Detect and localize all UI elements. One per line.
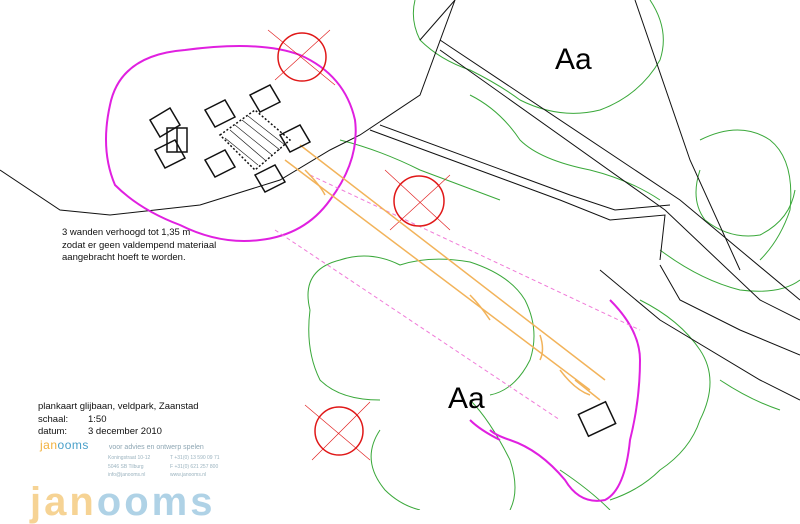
- post-block: [253, 164, 287, 193]
- date-value: 3 december 2010: [88, 426, 162, 437]
- post-block: [203, 149, 237, 178]
- tree-markers: [277, 32, 445, 456]
- title-block: plankaart glijbaan, veldpark, Zaanstad s…: [38, 401, 199, 439]
- slide-outline: [284, 144, 606, 401]
- date-label: datum:: [38, 426, 68, 437]
- date-row: datum: 3 december 2010: [38, 426, 199, 439]
- tower-hatch: [224, 115, 286, 166]
- wall-outlines: [0, 0, 800, 401]
- scale-value: 1:50: [88, 413, 107, 425]
- brand-watermark-logo: janooms: [30, 480, 216, 524]
- post-block: [153, 139, 187, 169]
- scale-row: schaal: 1:50: [38, 414, 199, 427]
- tree-canopies: [307, 0, 800, 510]
- zone-label-top: Aa: [555, 43, 592, 76]
- brand-logo: janooms: [40, 438, 89, 452]
- post-block: [248, 84, 282, 113]
- post-block: [278, 124, 312, 153]
- plan-title: plankaart glijbaan, veldpark, Zaanstad: [38, 401, 199, 412]
- brand-address: Koningstraat 10-12 5046 SB Tilburg info@…: [108, 455, 151, 478]
- post-block: [148, 106, 182, 139]
- post-block: [203, 99, 237, 128]
- zone-label-bottom: Aa: [448, 382, 485, 415]
- scale-label: schaal:: [38, 413, 69, 425]
- brand-contact: T +31(0) 13 590 09 71 F +31(0) 621 257 8…: [170, 455, 220, 478]
- tree-crosshairs: [267, 29, 451, 461]
- brand-header: janooms voor advies en ontwerp spelen: [40, 438, 204, 452]
- wall-height-note: 3 wanden verhoogd tot 1,35 m zodat er ge…: [62, 227, 217, 264]
- slide-end-block: [577, 400, 617, 438]
- brand-tagline: voor advies en ontwerp spelen: [108, 444, 204, 451]
